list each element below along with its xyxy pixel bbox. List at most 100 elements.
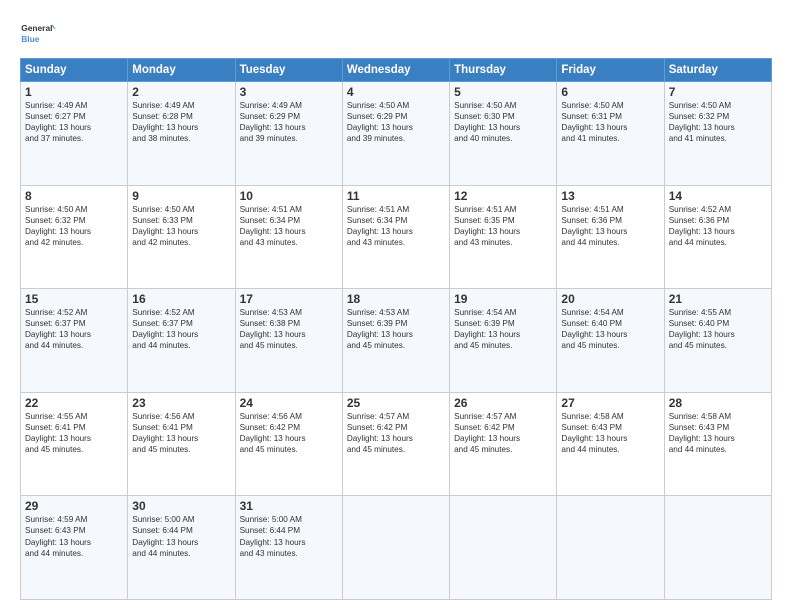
day-number: 18 (347, 292, 445, 306)
calendar-day-5: 5Sunrise: 4:50 AMSunset: 6:30 PMDaylight… (450, 82, 557, 186)
calendar-day-27: 27Sunrise: 4:58 AMSunset: 6:43 PMDayligh… (557, 392, 664, 496)
day-number: 1 (25, 85, 123, 99)
day-number: 13 (561, 189, 659, 203)
day-number: 10 (240, 189, 338, 203)
day-number: 20 (561, 292, 659, 306)
day-number: 6 (561, 85, 659, 99)
day-number: 17 (240, 292, 338, 306)
day-info: Sunrise: 4:58 AMSunset: 6:43 PMDaylight:… (561, 411, 659, 455)
day-info: Sunrise: 4:57 AMSunset: 6:42 PMDaylight:… (454, 411, 552, 455)
calendar-day-7: 7Sunrise: 4:50 AMSunset: 6:32 PMDaylight… (664, 82, 771, 186)
day-number: 4 (347, 85, 445, 99)
calendar-day-1: 1Sunrise: 4:49 AMSunset: 6:27 PMDaylight… (21, 82, 128, 186)
calendar-header-row: SundayMondayTuesdayWednesdayThursdayFrid… (21, 59, 772, 82)
day-info: Sunrise: 4:49 AMSunset: 6:29 PMDaylight:… (240, 100, 338, 144)
logo-svg: General Blue (20, 18, 56, 54)
day-info: Sunrise: 4:50 AMSunset: 6:31 PMDaylight:… (561, 100, 659, 144)
day-info: Sunrise: 4:49 AMSunset: 6:28 PMDaylight:… (132, 100, 230, 144)
day-info: Sunrise: 5:00 AMSunset: 6:44 PMDaylight:… (132, 514, 230, 558)
day-info: Sunrise: 4:57 AMSunset: 6:42 PMDaylight:… (347, 411, 445, 455)
day-number: 25 (347, 396, 445, 410)
calendar-day-28: 28Sunrise: 4:58 AMSunset: 6:43 PMDayligh… (664, 392, 771, 496)
day-number: 3 (240, 85, 338, 99)
day-info: Sunrise: 4:50 AMSunset: 6:30 PMDaylight:… (454, 100, 552, 144)
calendar-day-26: 26Sunrise: 4:57 AMSunset: 6:42 PMDayligh… (450, 392, 557, 496)
day-number: 24 (240, 396, 338, 410)
calendar-header-saturday: Saturday (664, 59, 771, 82)
svg-text:General: General (21, 23, 52, 33)
calendar-week-row: 8Sunrise: 4:50 AMSunset: 6:32 PMDaylight… (21, 185, 772, 289)
calendar-day-6: 6Sunrise: 4:50 AMSunset: 6:31 PMDaylight… (557, 82, 664, 186)
day-info: Sunrise: 4:51 AMSunset: 6:34 PMDaylight:… (240, 204, 338, 248)
day-info: Sunrise: 5:00 AMSunset: 6:44 PMDaylight:… (240, 514, 338, 558)
calendar-week-row: 1Sunrise: 4:49 AMSunset: 6:27 PMDaylight… (21, 82, 772, 186)
calendar-day-17: 17Sunrise: 4:53 AMSunset: 6:38 PMDayligh… (235, 289, 342, 393)
day-info: Sunrise: 4:51 AMSunset: 6:36 PMDaylight:… (561, 204, 659, 248)
day-number: 2 (132, 85, 230, 99)
day-info: Sunrise: 4:51 AMSunset: 6:35 PMDaylight:… (454, 204, 552, 248)
logo: General Blue (20, 18, 56, 54)
calendar-header-friday: Friday (557, 59, 664, 82)
day-number: 29 (25, 499, 123, 513)
day-info: Sunrise: 4:51 AMSunset: 6:34 PMDaylight:… (347, 204, 445, 248)
day-number: 12 (454, 189, 552, 203)
calendar-empty-cell (664, 496, 771, 600)
calendar-week-row: 22Sunrise: 4:55 AMSunset: 6:41 PMDayligh… (21, 392, 772, 496)
calendar-day-30: 30Sunrise: 5:00 AMSunset: 6:44 PMDayligh… (128, 496, 235, 600)
day-info: Sunrise: 4:49 AMSunset: 6:27 PMDaylight:… (25, 100, 123, 144)
day-number: 7 (669, 85, 767, 99)
calendar-empty-cell (557, 496, 664, 600)
day-info: Sunrise: 4:54 AMSunset: 6:40 PMDaylight:… (561, 307, 659, 351)
day-info: Sunrise: 4:58 AMSunset: 6:43 PMDaylight:… (669, 411, 767, 455)
calendar-day-20: 20Sunrise: 4:54 AMSunset: 6:40 PMDayligh… (557, 289, 664, 393)
calendar-day-19: 19Sunrise: 4:54 AMSunset: 6:39 PMDayligh… (450, 289, 557, 393)
day-number: 9 (132, 189, 230, 203)
day-info: Sunrise: 4:50 AMSunset: 6:32 PMDaylight:… (25, 204, 123, 248)
calendar-day-15: 15Sunrise: 4:52 AMSunset: 6:37 PMDayligh… (21, 289, 128, 393)
calendar-day-16: 16Sunrise: 4:52 AMSunset: 6:37 PMDayligh… (128, 289, 235, 393)
day-info: Sunrise: 4:53 AMSunset: 6:39 PMDaylight:… (347, 307, 445, 351)
day-number: 5 (454, 85, 552, 99)
calendar-day-3: 3Sunrise: 4:49 AMSunset: 6:29 PMDaylight… (235, 82, 342, 186)
day-info: Sunrise: 4:52 AMSunset: 6:37 PMDaylight:… (25, 307, 123, 351)
calendar-week-row: 29Sunrise: 4:59 AMSunset: 6:43 PMDayligh… (21, 496, 772, 600)
day-info: Sunrise: 4:53 AMSunset: 6:38 PMDaylight:… (240, 307, 338, 351)
calendar-header-thursday: Thursday (450, 59, 557, 82)
day-number: 26 (454, 396, 552, 410)
calendar-header-wednesday: Wednesday (342, 59, 449, 82)
day-info: Sunrise: 4:50 AMSunset: 6:33 PMDaylight:… (132, 204, 230, 248)
calendar-week-row: 15Sunrise: 4:52 AMSunset: 6:37 PMDayligh… (21, 289, 772, 393)
calendar-day-25: 25Sunrise: 4:57 AMSunset: 6:42 PMDayligh… (342, 392, 449, 496)
day-number: 22 (25, 396, 123, 410)
day-number: 16 (132, 292, 230, 306)
day-info: Sunrise: 4:52 AMSunset: 6:37 PMDaylight:… (132, 307, 230, 351)
day-number: 21 (669, 292, 767, 306)
calendar-table: SundayMondayTuesdayWednesdayThursdayFrid… (20, 58, 772, 600)
day-info: Sunrise: 4:59 AMSunset: 6:43 PMDaylight:… (25, 514, 123, 558)
day-number: 30 (132, 499, 230, 513)
calendar-day-9: 9Sunrise: 4:50 AMSunset: 6:33 PMDaylight… (128, 185, 235, 289)
day-info: Sunrise: 4:56 AMSunset: 6:42 PMDaylight:… (240, 411, 338, 455)
calendar-day-8: 8Sunrise: 4:50 AMSunset: 6:32 PMDaylight… (21, 185, 128, 289)
calendar-day-14: 14Sunrise: 4:52 AMSunset: 6:36 PMDayligh… (664, 185, 771, 289)
day-info: Sunrise: 4:50 AMSunset: 6:29 PMDaylight:… (347, 100, 445, 144)
calendar-day-21: 21Sunrise: 4:55 AMSunset: 6:40 PMDayligh… (664, 289, 771, 393)
day-info: Sunrise: 4:56 AMSunset: 6:41 PMDaylight:… (132, 411, 230, 455)
calendar-day-31: 31Sunrise: 5:00 AMSunset: 6:44 PMDayligh… (235, 496, 342, 600)
day-number: 14 (669, 189, 767, 203)
calendar-header-sunday: Sunday (21, 59, 128, 82)
day-info: Sunrise: 4:50 AMSunset: 6:32 PMDaylight:… (669, 100, 767, 144)
calendar-day-12: 12Sunrise: 4:51 AMSunset: 6:35 PMDayligh… (450, 185, 557, 289)
day-number: 8 (25, 189, 123, 203)
calendar-day-23: 23Sunrise: 4:56 AMSunset: 6:41 PMDayligh… (128, 392, 235, 496)
calendar-day-13: 13Sunrise: 4:51 AMSunset: 6:36 PMDayligh… (557, 185, 664, 289)
calendar-day-18: 18Sunrise: 4:53 AMSunset: 6:39 PMDayligh… (342, 289, 449, 393)
calendar-empty-cell (342, 496, 449, 600)
day-number: 11 (347, 189, 445, 203)
svg-text:Blue: Blue (21, 34, 40, 44)
page: General Blue SundayMondayTuesdayWednesda… (0, 0, 792, 612)
calendar-header-monday: Monday (128, 59, 235, 82)
day-info: Sunrise: 4:54 AMSunset: 6:39 PMDaylight:… (454, 307, 552, 351)
calendar-header-tuesday: Tuesday (235, 59, 342, 82)
calendar-empty-cell (450, 496, 557, 600)
